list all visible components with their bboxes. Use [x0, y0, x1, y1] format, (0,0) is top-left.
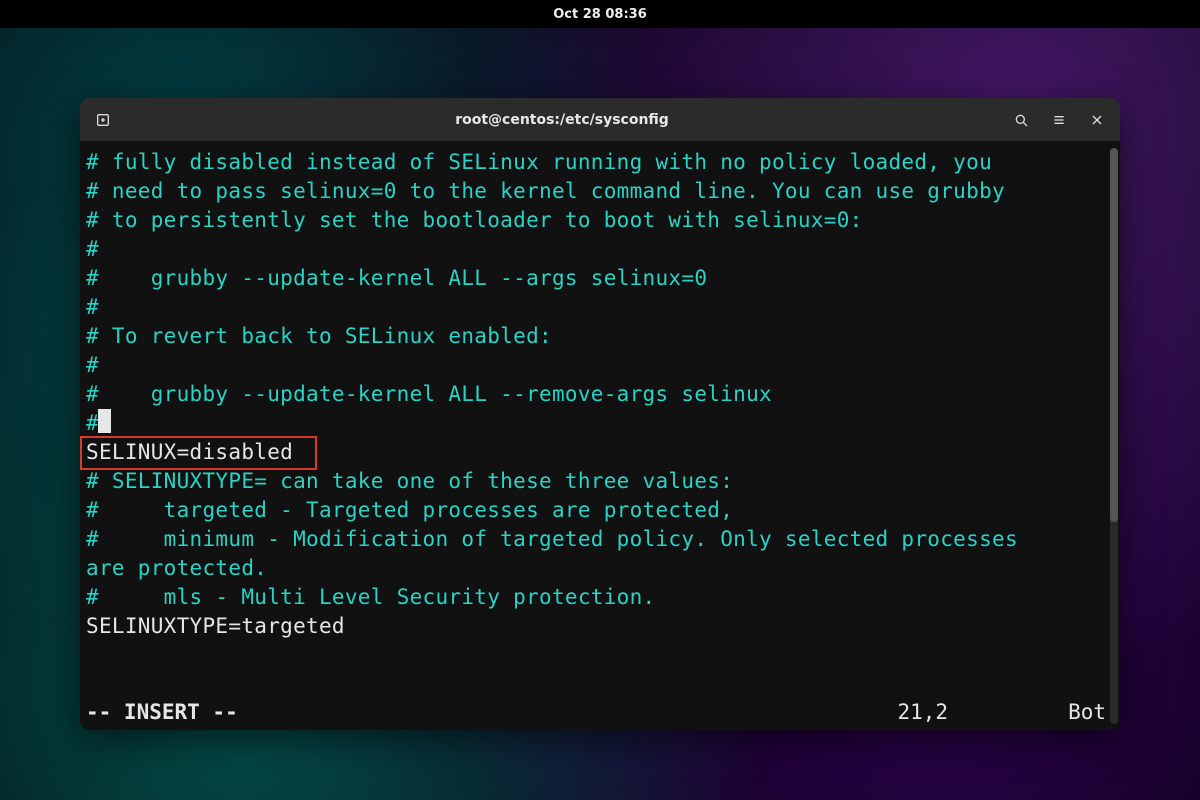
editor-line[interactable]: are protected.: [86, 554, 1120, 583]
editor-line[interactable]: SELINUX=disabled: [86, 438, 1120, 467]
vim-status-line: -- INSERT -- 21,2 Bot: [86, 700, 1106, 724]
menu-button[interactable]: [1042, 104, 1076, 136]
vim-cursor-position: 21,2: [897, 700, 948, 724]
vim-scroll-indicator: Bot: [1068, 700, 1106, 724]
scrollbar-thumb[interactable]: [1110, 148, 1118, 522]
editor-line[interactable]: #: [86, 235, 1120, 264]
scrollbar[interactable]: [1110, 148, 1118, 724]
terminal-window: root@centos:/etc/sysconfig # fully disab…: [80, 98, 1120, 730]
new-tab-button[interactable]: [86, 104, 120, 136]
hamburger-menu-icon: [1051, 112, 1067, 128]
editor-line[interactable]: #: [86, 409, 1120, 438]
editor-line[interactable]: # grubby --update-kernel ALL --remove-ar…: [86, 380, 1120, 409]
editor-line[interactable]: # SELINUXTYPE= can take one of these thr…: [86, 467, 1120, 496]
gnome-top-panel: Oct 28 08:36: [0, 0, 1200, 28]
titlebar: root@centos:/etc/sysconfig: [80, 98, 1120, 142]
editor-line[interactable]: # targeted - Targeted processes are prot…: [86, 496, 1120, 525]
close-icon: [1089, 112, 1105, 128]
terminal-viewport[interactable]: # fully disabled instead of SELinux runn…: [80, 142, 1120, 730]
editor-line[interactable]: # need to pass selinux=0 to the kernel c…: [86, 177, 1120, 206]
editor-line[interactable]: # mls - Multi Level Security protection.: [86, 583, 1120, 612]
text-cursor: [98, 409, 111, 433]
editor-line[interactable]: #: [86, 293, 1120, 322]
editor-line[interactable]: # grubby --update-kernel ALL --args seli…: [86, 264, 1120, 293]
panel-clock: Oct 28 08:36: [553, 7, 647, 22]
editor-line[interactable]: # to persistently set the bootloader to …: [86, 206, 1120, 235]
editor-line[interactable]: # minimum - Modification of targeted pol…: [86, 525, 1120, 554]
search-icon: [1013, 112, 1029, 128]
vim-mode: -- INSERT --: [86, 700, 238, 724]
editor-line[interactable]: #: [86, 351, 1120, 380]
close-button[interactable]: [1080, 104, 1114, 136]
editor-content[interactable]: # fully disabled instead of SELinux runn…: [86, 148, 1120, 641]
editor-line[interactable]: # To revert back to SELinux enabled:: [86, 322, 1120, 351]
editor-line[interactable]: SELINUXTYPE=targeted: [86, 612, 1120, 641]
new-tab-icon: [95, 112, 111, 128]
editor-line[interactable]: # fully disabled instead of SELinux runn…: [86, 148, 1120, 177]
search-button[interactable]: [1004, 104, 1038, 136]
window-title: root@centos:/etc/sysconfig: [120, 112, 1004, 128]
